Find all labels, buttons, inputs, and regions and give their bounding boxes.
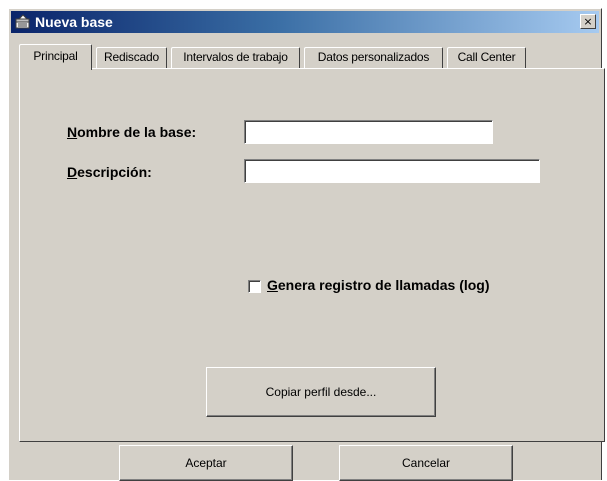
tab-strip: Principal Rediscado Intervalos de trabaj…: [19, 44, 599, 70]
tab-panel-principal: Nombre de la base: Descripción: Genera r…: [19, 68, 605, 442]
name-field[interactable]: [244, 120, 493, 144]
nueva-base-dialog: Nueva base × Principal Rediscado Interva…: [8, 8, 605, 481]
log-checkbox[interactable]: [248, 280, 261, 293]
database-window-icon: [15, 14, 31, 30]
window-title: Nueva base: [35, 14, 113, 30]
close-icon: ×: [583, 15, 593, 28]
description-label: Descripción:: [67, 164, 152, 180]
tab-principal[interactable]: Principal: [19, 44, 92, 70]
description-field[interactable]: [244, 159, 540, 183]
close-button[interactable]: ×: [580, 14, 596, 29]
tab-rediscado[interactable]: Rediscado: [96, 47, 167, 68]
name-label: Nombre de la base:: [67, 124, 197, 140]
copy-profile-button[interactable]: Copiar perfil desde...: [206, 367, 436, 417]
tab-datos-personalizados[interactable]: Datos personalizados: [304, 47, 443, 68]
cancel-button[interactable]: Cancelar: [339, 445, 513, 481]
tab-intervalos-de-trabajo[interactable]: Intervalos de trabajo: [171, 47, 300, 68]
tab-call-center[interactable]: Call Center: [447, 47, 526, 68]
title-bar[interactable]: Nueva base ×: [11, 11, 599, 33]
log-checkbox-label[interactable]: Genera registro de llamadas (log): [267, 277, 490, 293]
accept-button[interactable]: Aceptar: [119, 445, 293, 481]
